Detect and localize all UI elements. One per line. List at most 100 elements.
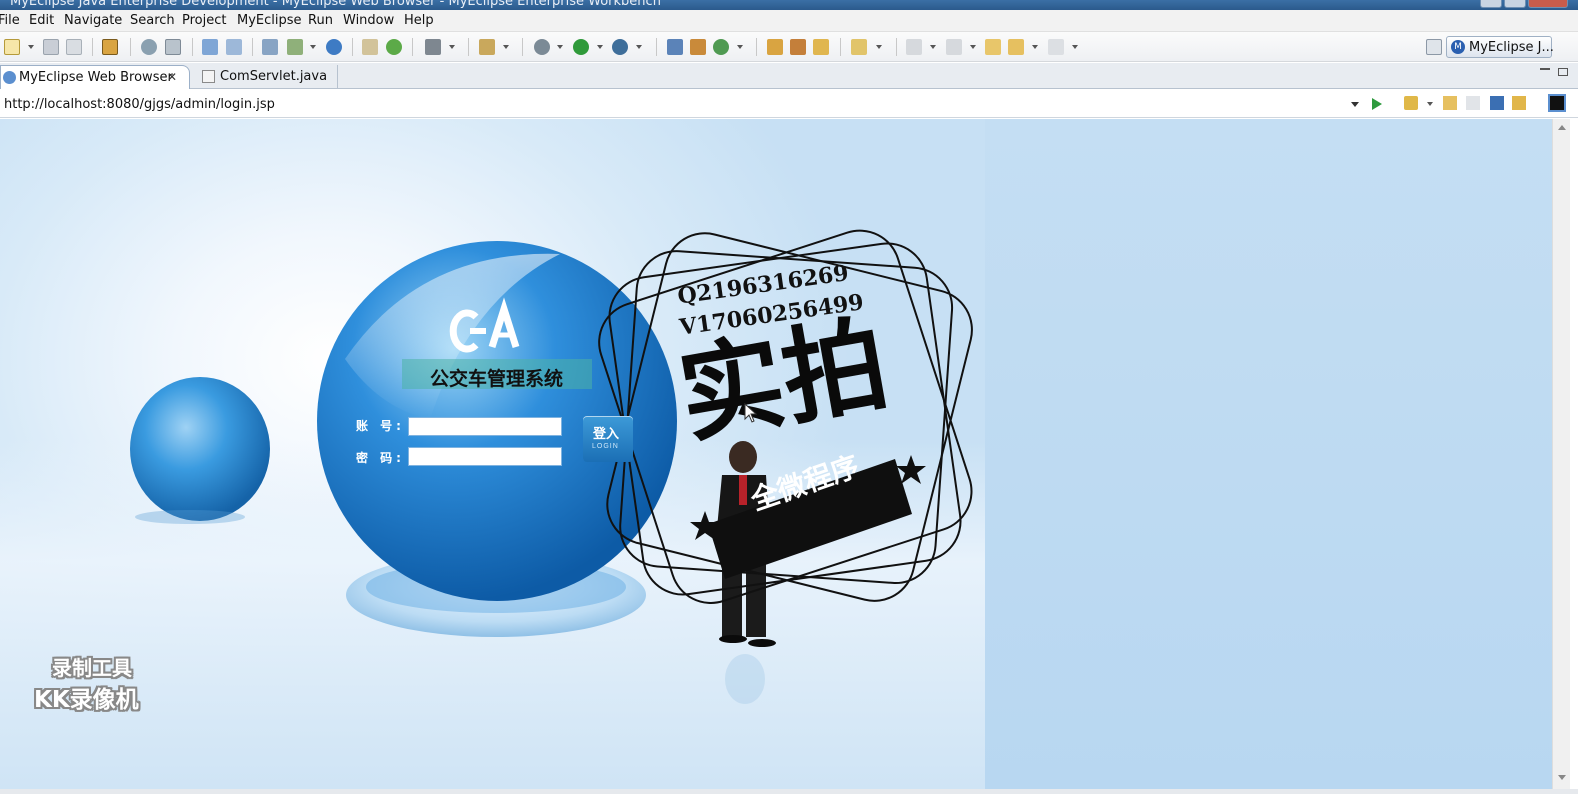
new-class-icon[interactable] <box>690 39 706 55</box>
login-button-sublabel: LOGIN <box>592 443 619 450</box>
account-input[interactable] <box>408 417 562 436</box>
window-title: MyEclipse Java Enterprise Development - … <box>10 0 661 9</box>
tab-comservlet[interactable]: ComServlet.java <box>192 65 338 89</box>
prev-annotation-icon[interactable] <box>946 39 962 55</box>
next-annotation-icon[interactable] <box>906 39 922 55</box>
close-window-button[interactable] <box>1528 0 1568 8</box>
close-tab-icon[interactable]: ✕ <box>167 70 177 84</box>
url-history-dropdown-icon[interactable] <box>1351 102 1359 107</box>
toolbar-separator <box>130 38 131 56</box>
globe-icon[interactable] <box>326 39 342 55</box>
external-tools-dropdown-icon[interactable] <box>636 45 642 49</box>
next-annotation-dropdown-icon[interactable] <box>930 45 936 49</box>
web-services-icon[interactable] <box>262 39 278 55</box>
toolbar-separator <box>468 38 469 56</box>
menu-file[interactable]: File <box>0 13 20 28</box>
undeploy-icon[interactable] <box>226 39 242 55</box>
new-package-icon[interactable] <box>667 39 683 55</box>
scroll-down-icon[interactable] <box>1558 775 1566 780</box>
toolbar-separator <box>192 38 193 56</box>
url-input[interactable] <box>0 93 1364 115</box>
toolbar-separator <box>840 38 841 56</box>
login-button[interactable]: 登入 LOGIN <box>583 416 633 462</box>
print-icon[interactable] <box>66 39 82 55</box>
menu-search[interactable]: Search <box>130 13 175 28</box>
title-bar: MyEclipse Java Enterprise Development - … <box>0 0 1578 10</box>
new-dropdown-icon[interactable] <box>28 45 34 49</box>
toolbar-separator <box>352 38 353 56</box>
task-dropdown-icon[interactable] <box>503 45 509 49</box>
vertical-scrollbar[interactable] <box>1552 119 1570 789</box>
menu-navigate[interactable]: Navigate <box>64 13 122 28</box>
favorites-icon[interactable] <box>1404 96 1418 110</box>
password-input[interactable] <box>408 447 562 466</box>
favorites-dropdown-icon[interactable] <box>1427 102 1433 106</box>
refresh-dropdown-icon[interactable] <box>737 45 743 49</box>
perspective-switcher[interactable]: M MyEclipse J... <box>1446 36 1554 58</box>
back-dropdown-icon[interactable] <box>1032 45 1038 49</box>
refresh-icon[interactable] <box>713 39 729 55</box>
server-icon[interactable] <box>165 39 181 55</box>
login-button-label: 登入 <box>593 426 620 441</box>
run-icon[interactable] <box>573 39 589 55</box>
editor-tab-bar: MyEclipse Web Browser ✕ ComServlet.java <box>0 63 1578 89</box>
maximize-view-icon[interactable] <box>1558 68 1568 76</box>
minimize-button[interactable] <box>1480 0 1502 8</box>
recorder-line-1: 录制工具 <box>52 656 132 680</box>
camera-icon[interactable] <box>425 39 441 55</box>
save-icon[interactable] <box>43 39 59 55</box>
run-dropdown-icon[interactable] <box>597 45 603 49</box>
minimize-view-icon[interactable] <box>1540 68 1550 71</box>
menu-myeclipse[interactable]: MyEclipse <box>237 13 302 28</box>
password-label: 密 码: <box>356 451 405 465</box>
toolbar-separator <box>412 38 413 56</box>
menu-help[interactable]: Help <box>404 13 434 28</box>
menu-run[interactable]: Run <box>308 13 333 28</box>
debug-icon[interactable] <box>141 39 157 55</box>
search-icon[interactable] <box>851 39 867 55</box>
browser-stop-icon[interactable] <box>1490 96 1504 110</box>
menu-project[interactable]: Project <box>182 13 226 28</box>
open-resource-icon[interactable] <box>790 39 806 55</box>
menu-edit[interactable]: Edit <box>29 13 54 28</box>
deploy-icon[interactable] <box>202 39 218 55</box>
browser-back-icon[interactable] <box>1443 96 1457 110</box>
open-type-icon[interactable] <box>767 39 783 55</box>
back-icon[interactable] <box>1008 39 1024 55</box>
external-tools-icon[interactable] <box>612 39 628 55</box>
tab-web-browser[interactable]: MyEclipse Web Browser ✕ <box>0 65 190 89</box>
add-server-icon[interactable] <box>386 39 402 55</box>
main-toolbar: M MyEclipse J... <box>0 32 1578 62</box>
login-form: 账 号: 密 码: 登入 LOGIN <box>350 409 650 489</box>
toolbar-separator <box>656 38 657 56</box>
browser-forward-icon[interactable] <box>1466 96 1480 110</box>
browser-address-bar <box>0 90 1578 118</box>
search-dropdown-icon[interactable] <box>876 45 882 49</box>
tab-label: ComServlet.java <box>220 69 328 84</box>
open-task-icon[interactable] <box>813 39 829 55</box>
forward-dropdown-icon[interactable] <box>1072 45 1078 49</box>
open-perspective-icon[interactable] <box>1426 39 1442 55</box>
view-menu-icon[interactable] <box>1548 94 1566 112</box>
go-icon[interactable] <box>1372 98 1382 110</box>
new-icon[interactable] <box>4 39 20 55</box>
myeclipse-logo-icon: M <box>1451 40 1465 54</box>
menu-window[interactable]: Window <box>343 13 394 28</box>
toolbar-separator <box>522 38 523 56</box>
task-icon[interactable] <box>479 39 495 55</box>
wizard-icon[interactable] <box>287 39 303 55</box>
browser-refresh-icon[interactable] <box>1512 96 1526 110</box>
package-icon[interactable] <box>102 39 118 55</box>
debug-run-icon[interactable] <box>534 39 550 55</box>
forward-icon[interactable] <box>1048 39 1064 55</box>
maximize-button[interactable] <box>1504 0 1526 8</box>
last-edit-icon[interactable] <box>985 39 1001 55</box>
scroll-up-icon[interactable] <box>1558 125 1566 130</box>
myeclipse-window: MyEclipse Java Enterprise Development - … <box>0 0 1578 794</box>
toolbar-separator <box>756 38 757 56</box>
wizard-dropdown-icon[interactable] <box>310 45 316 49</box>
camera-dropdown-icon[interactable] <box>449 45 455 49</box>
prev-annotation-dropdown-icon[interactable] <box>970 45 976 49</box>
debug-dropdown-icon[interactable] <box>557 45 563 49</box>
open-folder-icon[interactable] <box>362 39 378 55</box>
